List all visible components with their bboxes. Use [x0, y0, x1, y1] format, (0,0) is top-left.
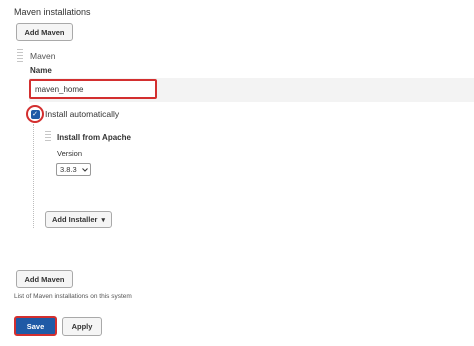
installer-title: Install from Apache: [57, 133, 131, 142]
apply-button[interactable]: Apply: [62, 317, 102, 336]
install-automatically-label: Install automatically: [45, 109, 120, 119]
version-label: Version: [57, 149, 83, 158]
add-maven-button-top[interactable]: Add Maven: [16, 23, 73, 41]
add-maven-button-bottom[interactable]: Add Maven: [16, 270, 73, 288]
installation-header: Maven: [30, 51, 56, 61]
version-value: 3.8.3: [60, 165, 77, 174]
version-select[interactable]: 3.8.3: [56, 163, 91, 176]
name-label: Name: [30, 66, 52, 75]
drag-handle[interactable]: [17, 49, 23, 63]
name-input[interactable]: maven_home: [29, 79, 157, 99]
add-installer-label: Add Installer: [52, 215, 98, 224]
checkmark-icon: ✓: [30, 109, 40, 119]
installer-drag-handle[interactable]: [45, 131, 51, 143]
add-installer-button[interactable]: Add Installer ▾: [45, 211, 112, 228]
dropdown-arrow-icon: ▾: [101, 216, 105, 224]
help-text: List of Maven installations on this syst…: [14, 293, 132, 300]
install-automatically-checkbox[interactable]: ✓: [26, 105, 44, 123]
section-title: Maven installations: [14, 7, 91, 17]
chevron-down-icon: [81, 165, 88, 174]
save-button[interactable]: Save: [14, 316, 57, 336]
installer-group-line: [33, 124, 34, 228]
